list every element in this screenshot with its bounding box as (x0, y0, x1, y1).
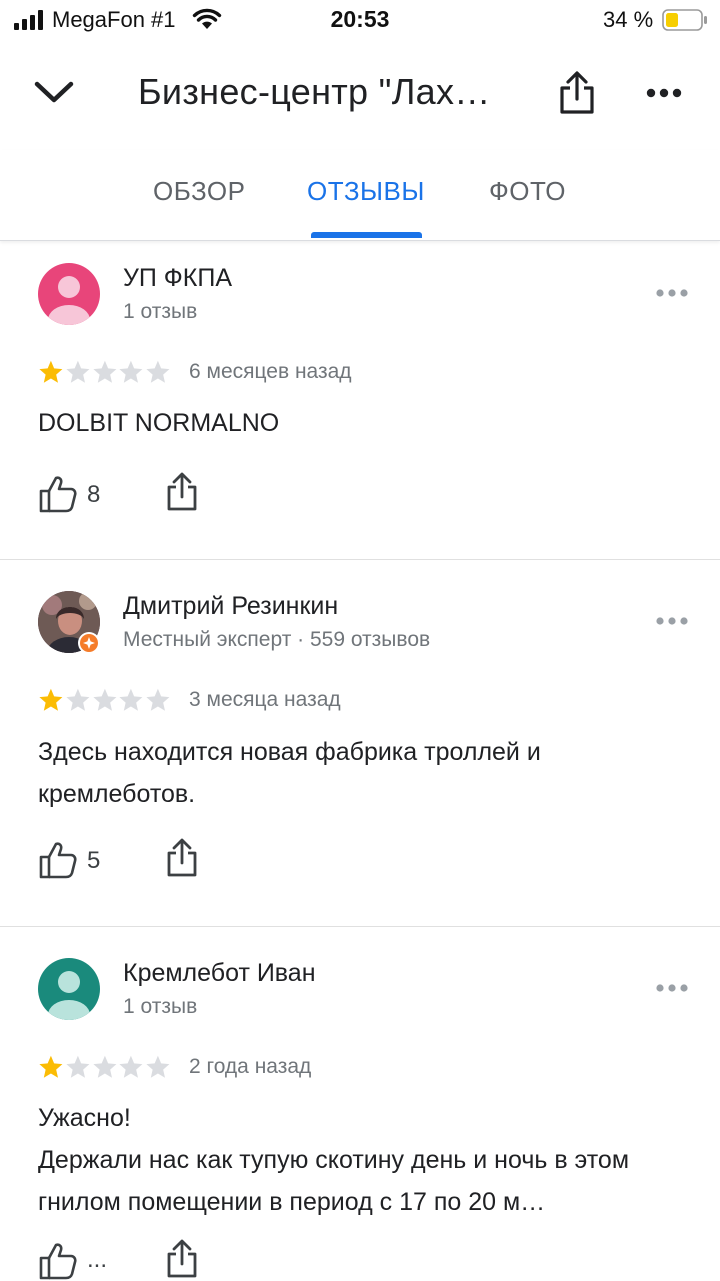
more-horizontal-icon (656, 289, 688, 297)
review-text: DOLBIT NORMALNO (38, 409, 280, 437)
like-count: 5 (87, 847, 101, 874)
thumbs-up-icon[interactable] (38, 474, 78, 514)
star-filled-icon (39, 360, 63, 383)
thumbs-up-icon[interactable] (38, 1241, 78, 1281)
review-card: Кремлебот Иван 1 отзыв 2 года назад Ужас… (0, 935, 720, 1280)
review-text: Ужасно! Держали нас как тупую скотину де… (38, 1097, 698, 1223)
review-author[interactable]: Дмитрий Резинкин (123, 592, 338, 621)
person-icon (48, 971, 90, 1020)
star-filled-icon (39, 1055, 63, 1078)
like-count: 8 (87, 481, 101, 508)
review-more-button[interactable] (650, 973, 694, 1003)
star-empty-icon (119, 360, 143, 383)
star-rating (38, 687, 172, 713)
avatar[interactable] (38, 958, 100, 1020)
review-author-meta: Местный эксперт · 559 отзывов (123, 628, 431, 651)
review-author-meta: 1 отзыв (123, 995, 198, 1018)
review-text-line: Ужасно! (38, 1104, 131, 1132)
divider (0, 926, 720, 927)
review-text: Здесь находится новая фабрика троллей и … (38, 738, 541, 808)
star-empty-icon (66, 360, 90, 383)
star-empty-icon (92, 1055, 116, 1078)
star-filled-icon (39, 688, 63, 711)
thumbs-up-icon[interactable] (38, 840, 78, 880)
avatar[interactable] (38, 263, 100, 325)
place-title: Бизнес-центр "Лах… (138, 71, 491, 112)
status-bar: MegaFon #1 20:53 34 % (0, 0, 720, 40)
star-rating (38, 1054, 172, 1080)
battery-percent: 34 % (603, 7, 654, 32)
more-horizontal-icon (646, 88, 682, 98)
divider (0, 559, 720, 560)
star-rating (38, 359, 172, 385)
review-author-meta: 1 отзыв (123, 300, 198, 323)
review-date: 2 года назад (189, 1055, 312, 1078)
review-more-button[interactable] (650, 278, 694, 308)
star-empty-icon (146, 1055, 170, 1078)
more-options-button[interactable] (632, 61, 696, 125)
share-icon (560, 71, 594, 114)
collapse-button[interactable] (22, 63, 86, 123)
star-empty-icon (66, 1055, 90, 1078)
star-empty-icon (119, 688, 143, 711)
tab-photos[interactable]: ФОТО (489, 176, 566, 207)
tab-reviews[interactable]: ОТЗЫВЫ (307, 176, 425, 207)
share-icon[interactable] (164, 472, 200, 512)
like-count: ... (87, 1246, 108, 1273)
review-card: Дмитрий Резинкин Местный эксперт · 559 о… (0, 568, 720, 926)
place-header: Бизнес-центр "Лах… (0, 55, 720, 135)
review-date: 6 месяцев назад (189, 360, 352, 383)
star-empty-icon (66, 688, 90, 711)
share-icon[interactable] (164, 838, 200, 878)
review-more-button[interactable] (650, 606, 694, 636)
tab-bar: ОБЗОР ОТЗЫВЫ ФОТО (0, 150, 720, 241)
star-empty-icon (146, 360, 170, 383)
share-place-button[interactable] (545, 61, 609, 125)
star-empty-icon (146, 688, 170, 711)
person-icon (48, 276, 90, 325)
battery-icon (662, 9, 707, 31)
star-empty-icon (92, 360, 116, 383)
review-author[interactable]: Кремлебот Иван (123, 959, 316, 988)
active-tab-indicator (311, 232, 422, 238)
chevron-down-icon (34, 81, 74, 103)
review-text-line: Держали нас как тупую скотину день и ноч… (38, 1146, 630, 1216)
review-card: УП ФКПА 1 отзыв 6 месяцев назад DOLBIT N… (0, 240, 720, 560)
star-empty-icon (92, 688, 116, 711)
share-icon[interactable] (164, 1239, 200, 1279)
local-guide-badge-icon (78, 632, 100, 654)
review-date: 3 месяца назад (189, 688, 341, 711)
review-author[interactable]: УП ФКПА (123, 264, 232, 293)
more-horizontal-icon (656, 984, 688, 992)
more-horizontal-icon (656, 617, 688, 625)
tab-overview[interactable]: ОБЗОР (153, 176, 245, 207)
star-empty-icon (119, 1055, 143, 1078)
